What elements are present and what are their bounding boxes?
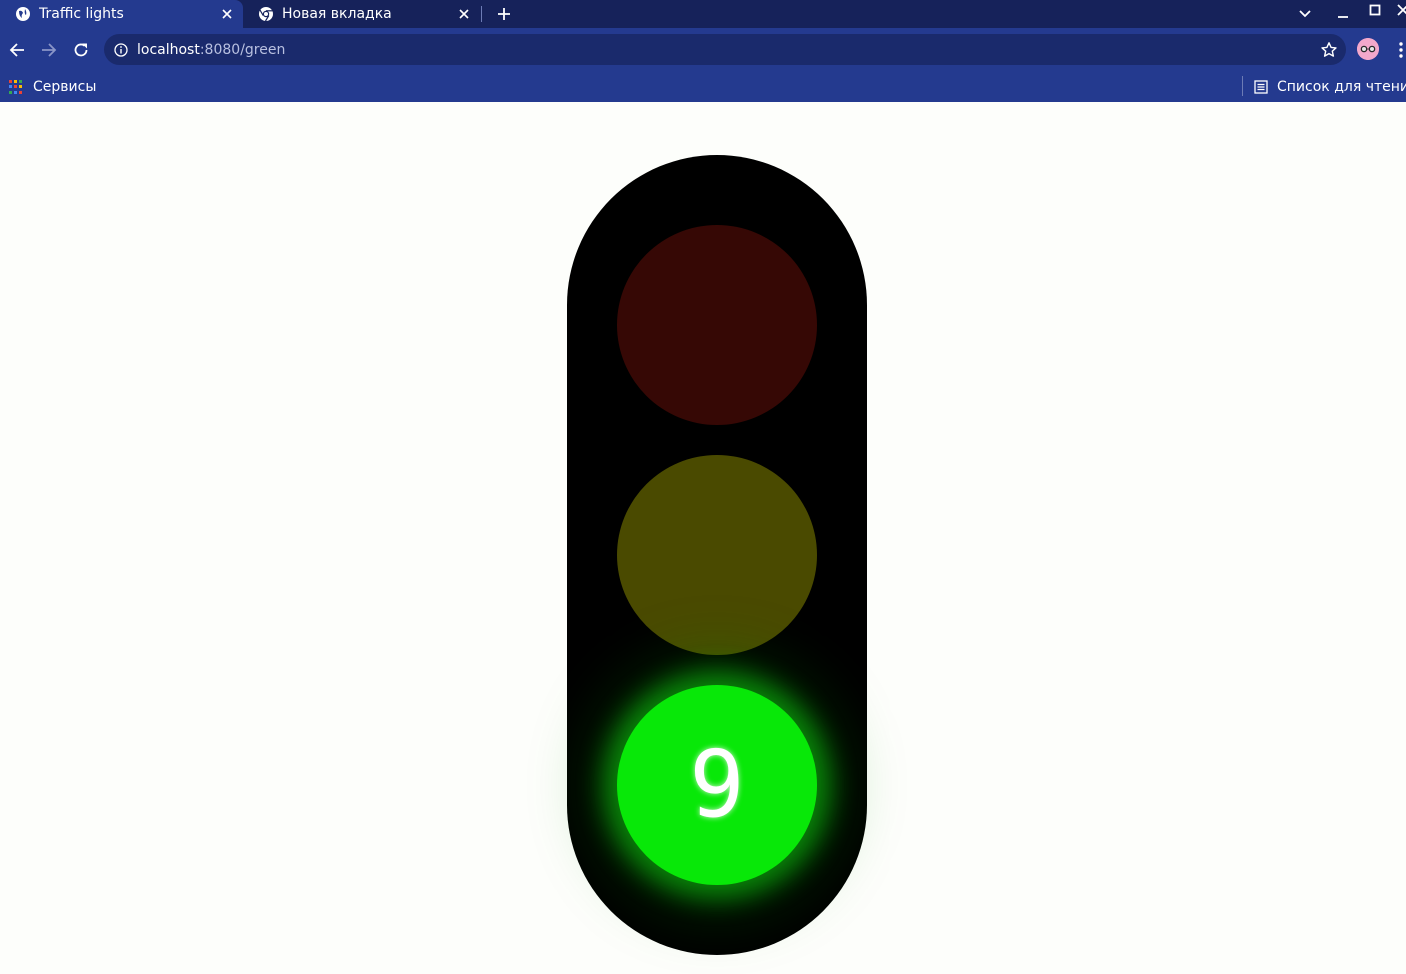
reading-list-button[interactable]: Список для чтения (1254, 72, 1406, 102)
browser-chrome: Traffic lights Новая вкладка localhost:… (0, 0, 1406, 102)
back-button[interactable] (5, 38, 29, 62)
maximize-button[interactable] (1363, 0, 1387, 22)
tab-label: Traffic lights (39, 6, 124, 22)
red-light (617, 225, 817, 425)
reload-button[interactable] (69, 38, 93, 62)
new-tab-button[interactable] (492, 3, 516, 25)
menu-button[interactable] (1394, 40, 1406, 60)
url-host: localhost (137, 41, 200, 58)
address-bar[interactable]: localhost:8080/green (104, 34, 1346, 65)
countdown-timer: 9 (689, 731, 745, 838)
bookmarks-separator (1242, 76, 1243, 96)
toolbar: localhost:8080/green (0, 28, 1406, 72)
star-icon[interactable] (1320, 41, 1338, 59)
traffic-light: 9 (567, 155, 867, 955)
url-path: :8080/green (199, 41, 286, 58)
tab-traffic-lights[interactable]: Traffic lights (0, 0, 243, 28)
reload-icon (74, 43, 88, 57)
tab-search-button[interactable] (1293, 2, 1317, 26)
page-content: 9 (0, 102, 1406, 974)
bookmarks-bar: Сервисы (0, 72, 1406, 102)
forward-button[interactable] (37, 38, 61, 62)
reading-list-icon (1254, 80, 1268, 94)
close-icon[interactable] (454, 4, 474, 24)
bookmark-apps-label: Сервисы (33, 79, 97, 95)
chrome-icon (258, 6, 274, 22)
apps-grid-icon (9, 80, 23, 94)
maximize-icon (1369, 4, 1381, 16)
tab-strip: Traffic lights Новая вкладка (0, 0, 1406, 28)
close-icon (1397, 4, 1406, 16)
chevron-down-icon (1299, 10, 1311, 18)
green-light: 9 (617, 685, 817, 885)
arrow-left-icon (9, 43, 24, 57)
yellow-light (617, 455, 817, 655)
close-window-button[interactable] (1394, 0, 1406, 22)
reading-list-label: Список для чтения (1277, 79, 1406, 95)
tab-separator (481, 6, 482, 22)
more-vert-icon (1399, 42, 1403, 58)
avatar[interactable] (1357, 38, 1379, 60)
tab-new-tab[interactable]: Новая вкладка (243, 0, 480, 28)
plus-icon (498, 8, 510, 20)
minimize-icon (1338, 16, 1348, 18)
info-icon[interactable] (113, 42, 129, 58)
bookmark-apps[interactable]: Сервисы (9, 77, 96, 97)
close-icon[interactable] (217, 4, 237, 24)
globe-icon (15, 6, 31, 22)
tab-label: Новая вкладка (282, 6, 392, 22)
minimize-button[interactable] (1331, 2, 1355, 26)
arrow-right-icon (42, 43, 57, 57)
